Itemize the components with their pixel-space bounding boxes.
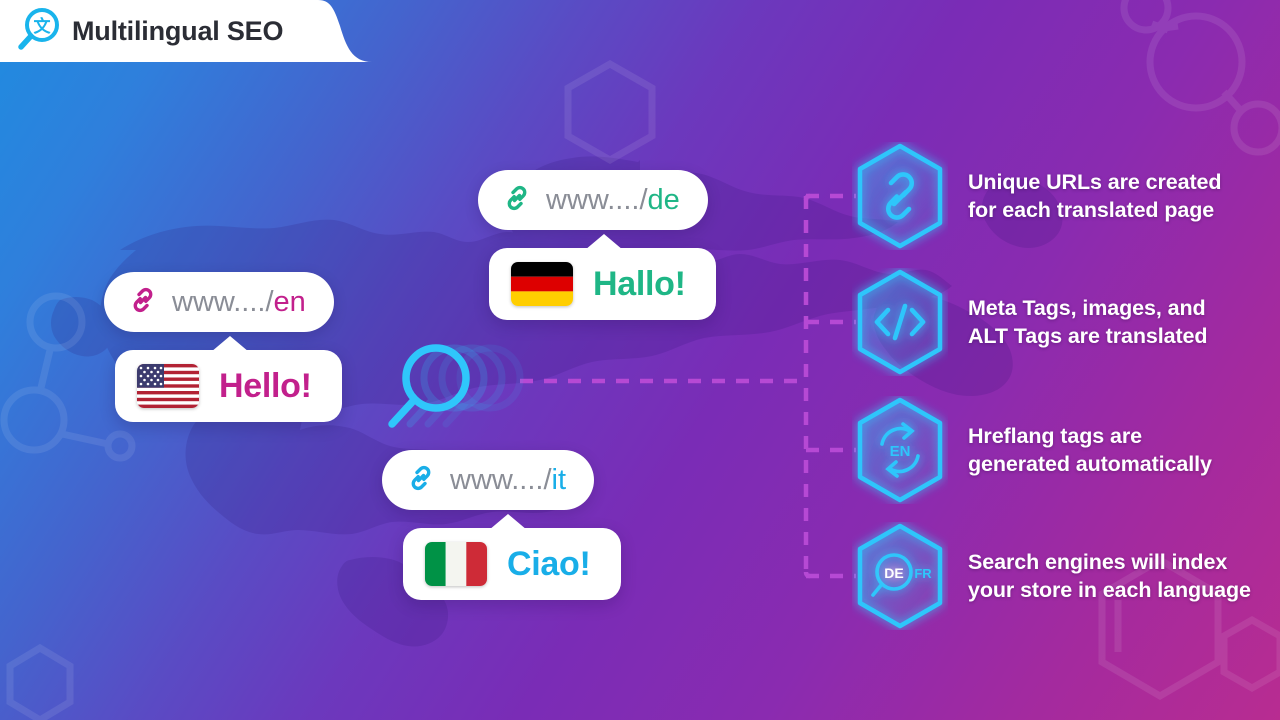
- header-banner: 文 Multilingual SEO: [0, 0, 380, 64]
- url-prefix-en: www..../: [172, 285, 274, 318]
- greeting-card-en: Hello!: [115, 336, 342, 422]
- feature-text-4-line2: your store in each language: [968, 578, 1251, 602]
- greeting-card-it: Ciao!: [403, 514, 621, 600]
- infographic-canvas: 文 Multilingual SEO www..../en Hello! www…: [0, 0, 1280, 720]
- greeting-pointer-de: [585, 234, 623, 250]
- feature-text-1: Unique URLs are created for each transla…: [968, 168, 1222, 225]
- feature-text-3-line1: Hreflang tags are: [968, 423, 1142, 448]
- us-flag: [137, 364, 199, 408]
- greeting-pointer-it: [489, 514, 527, 530]
- feature-hexagon-2: [852, 268, 948, 376]
- de-flag: [511, 262, 573, 306]
- url-locale-it: it: [551, 463, 567, 496]
- url-locale-en: en: [273, 285, 306, 318]
- feature-text-4: Search engines will index your store in …: [968, 548, 1251, 605]
- url-text-en: www..../en: [172, 286, 306, 319]
- hreflang-icon-label: EN: [890, 443, 911, 460]
- url-text-de: www..../de: [546, 184, 680, 217]
- index-icon-label-secondary: FR: [914, 566, 932, 581]
- language-group-de: www..../de Hallo!: [478, 170, 716, 320]
- search-magnifier-icon: [388, 344, 524, 428]
- feature-hexagon-3: EN: [852, 396, 948, 504]
- logo-glyph: 文: [34, 16, 52, 37]
- greeting-pointer-en: [211, 336, 249, 352]
- feature-row-2: Meta Tags, images, and ALT Tags are tran…: [852, 268, 1208, 376]
- greeting-text-de: Hallo!: [593, 264, 686, 303]
- feature-text-1-line2: for each translated page: [968, 198, 1215, 222]
- feature-text-2-line1: Meta Tags, images, and: [968, 295, 1206, 320]
- language-group-en: www..../en Hello!: [104, 272, 342, 422]
- feature-row-1: Unique URLs are created for each transla…: [852, 142, 1222, 250]
- feature-row-3: EN Hreflang tags are generated automatic…: [852, 396, 1212, 504]
- index-icon-label-primary: DE: [884, 565, 903, 581]
- feature-text-2-line2: ALT Tags are translated: [968, 324, 1208, 348]
- url-text-it: www..../it: [450, 464, 566, 497]
- url-pill-en[interactable]: www..../en: [104, 272, 334, 332]
- feature-text-4-line1: Search engines will index: [968, 549, 1228, 574]
- feature-text-2: Meta Tags, images, and ALT Tags are tran…: [968, 294, 1208, 351]
- it-flag: [425, 542, 487, 586]
- link-chain-icon: [502, 183, 532, 218]
- page-title: Multilingual SEO: [72, 15, 284, 46]
- center-search-magnifier: [386, 338, 566, 448]
- feature-text-1-line1: Unique URLs are created: [968, 169, 1222, 194]
- url-locale-de: de: [647, 183, 680, 216]
- feature-hexagon-1: [852, 142, 948, 250]
- magnifier-translate-icon: 文: [16, 6, 60, 57]
- feature-row-4: DE FR Search engines will index your sto…: [852, 522, 1251, 630]
- link-chain-icon: [128, 285, 158, 320]
- link-chain-icon: [406, 463, 436, 498]
- feature-hexagon-4: DE FR: [852, 522, 948, 630]
- greeting-card-de: Hallo!: [489, 234, 716, 320]
- greeting-text-it: Ciao!: [507, 544, 591, 583]
- url-pill-de[interactable]: www..../de: [478, 170, 708, 230]
- url-prefix-it: www..../: [450, 463, 552, 496]
- feature-text-3: Hreflang tags are generated automaticall…: [968, 422, 1212, 479]
- greeting-text-en: Hello!: [219, 366, 312, 405]
- language-group-it: www..../it Ciao!: [382, 450, 621, 600]
- url-pill-it[interactable]: www..../it: [382, 450, 595, 510]
- url-prefix-de: www..../: [546, 183, 648, 216]
- feature-text-3-line2: generated automatically: [968, 452, 1212, 476]
